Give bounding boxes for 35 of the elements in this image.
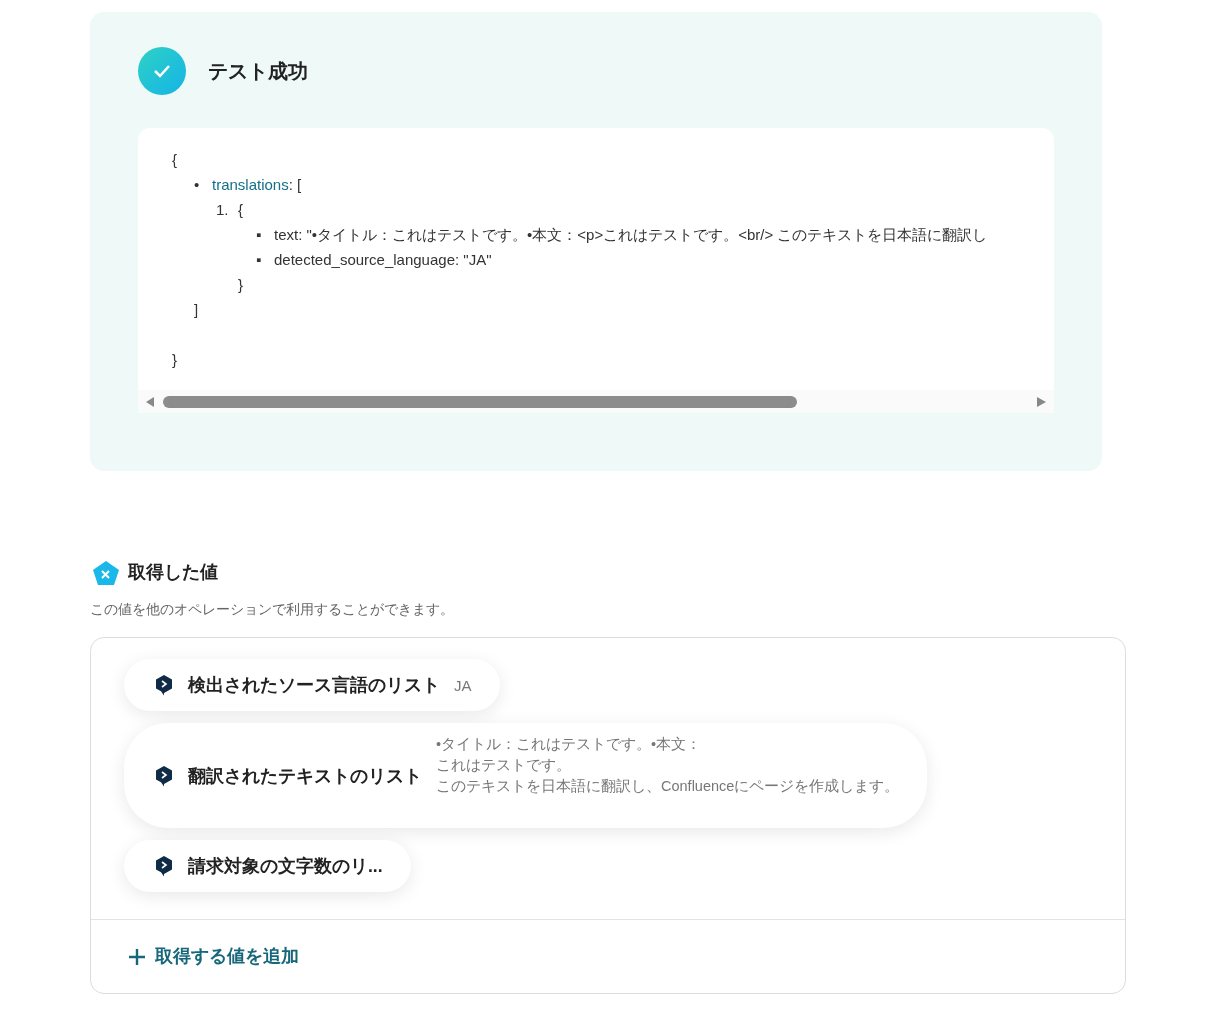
section-title: 取得した値 [128, 561, 218, 584]
json-text: detected_source_language: "JA" [274, 250, 492, 271]
value-label: 翻訳されたテキストのリスト [188, 764, 422, 788]
json-text: : [ [288, 175, 302, 196]
variable-icon [92, 559, 120, 586]
value-chip[interactable]: 翻訳されたテキストのリスト •タイトル：これはテストです。•本文： これはテストです。 このテキストを日本語に翻訳し、Confluenceにページを作成します。 [124, 723, 928, 829]
scrollbar-thumb[interactable] [163, 395, 797, 408]
value-chip[interactable]: 請求対象の文字数のリ... [124, 840, 411, 893]
horizontal-scrollbar[interactable] [138, 390, 1054, 413]
scroll-right-icon[interactable] [1037, 396, 1046, 407]
list-marker: ▪ [256, 225, 263, 246]
app-logo-icon [154, 764, 174, 787]
scroll-left-icon[interactable] [146, 396, 155, 407]
app-logo-icon [154, 674, 174, 697]
json-text: { [238, 200, 243, 221]
value-chip[interactable]: 検出されたソース言語のリスト JA [124, 659, 500, 712]
json-bracket: } [238, 275, 243, 296]
json-text: text: "•タイトル：これはテストです。•本文：<p>これはテストです。<br/> このテキストを日本語に翻訳し [274, 225, 988, 246]
value-text: JA [454, 675, 472, 696]
json-key: translations [212, 174, 289, 197]
json-bracket: { [172, 150, 177, 171]
add-value-button[interactable]: 取得する値を追加 [127, 943, 299, 971]
section-description: この値を他のオペレーションで利用することができます。 [90, 601, 455, 619]
value-label: 検出されたソース言語のリスト [188, 674, 440, 698]
check-icon [138, 47, 186, 95]
result-title: テスト成功 [208, 59, 308, 84]
json-bracket: ] [194, 300, 199, 321]
list-marker: ▪ [256, 250, 263, 271]
value-text: •タイトル：これはテストです。•本文： これはテストです。 このテキストを日本語に翻訳し、Confluenceにページを作成します。 [436, 735, 900, 797]
list-marker: • [194, 175, 201, 196]
list-marker: 1. [216, 200, 230, 221]
app-logo-icon [154, 855, 174, 878]
value-label: 請求対象の文字数のリ... [188, 855, 383, 879]
json-bracket: } [172, 350, 177, 371]
plus-icon [127, 946, 147, 967]
